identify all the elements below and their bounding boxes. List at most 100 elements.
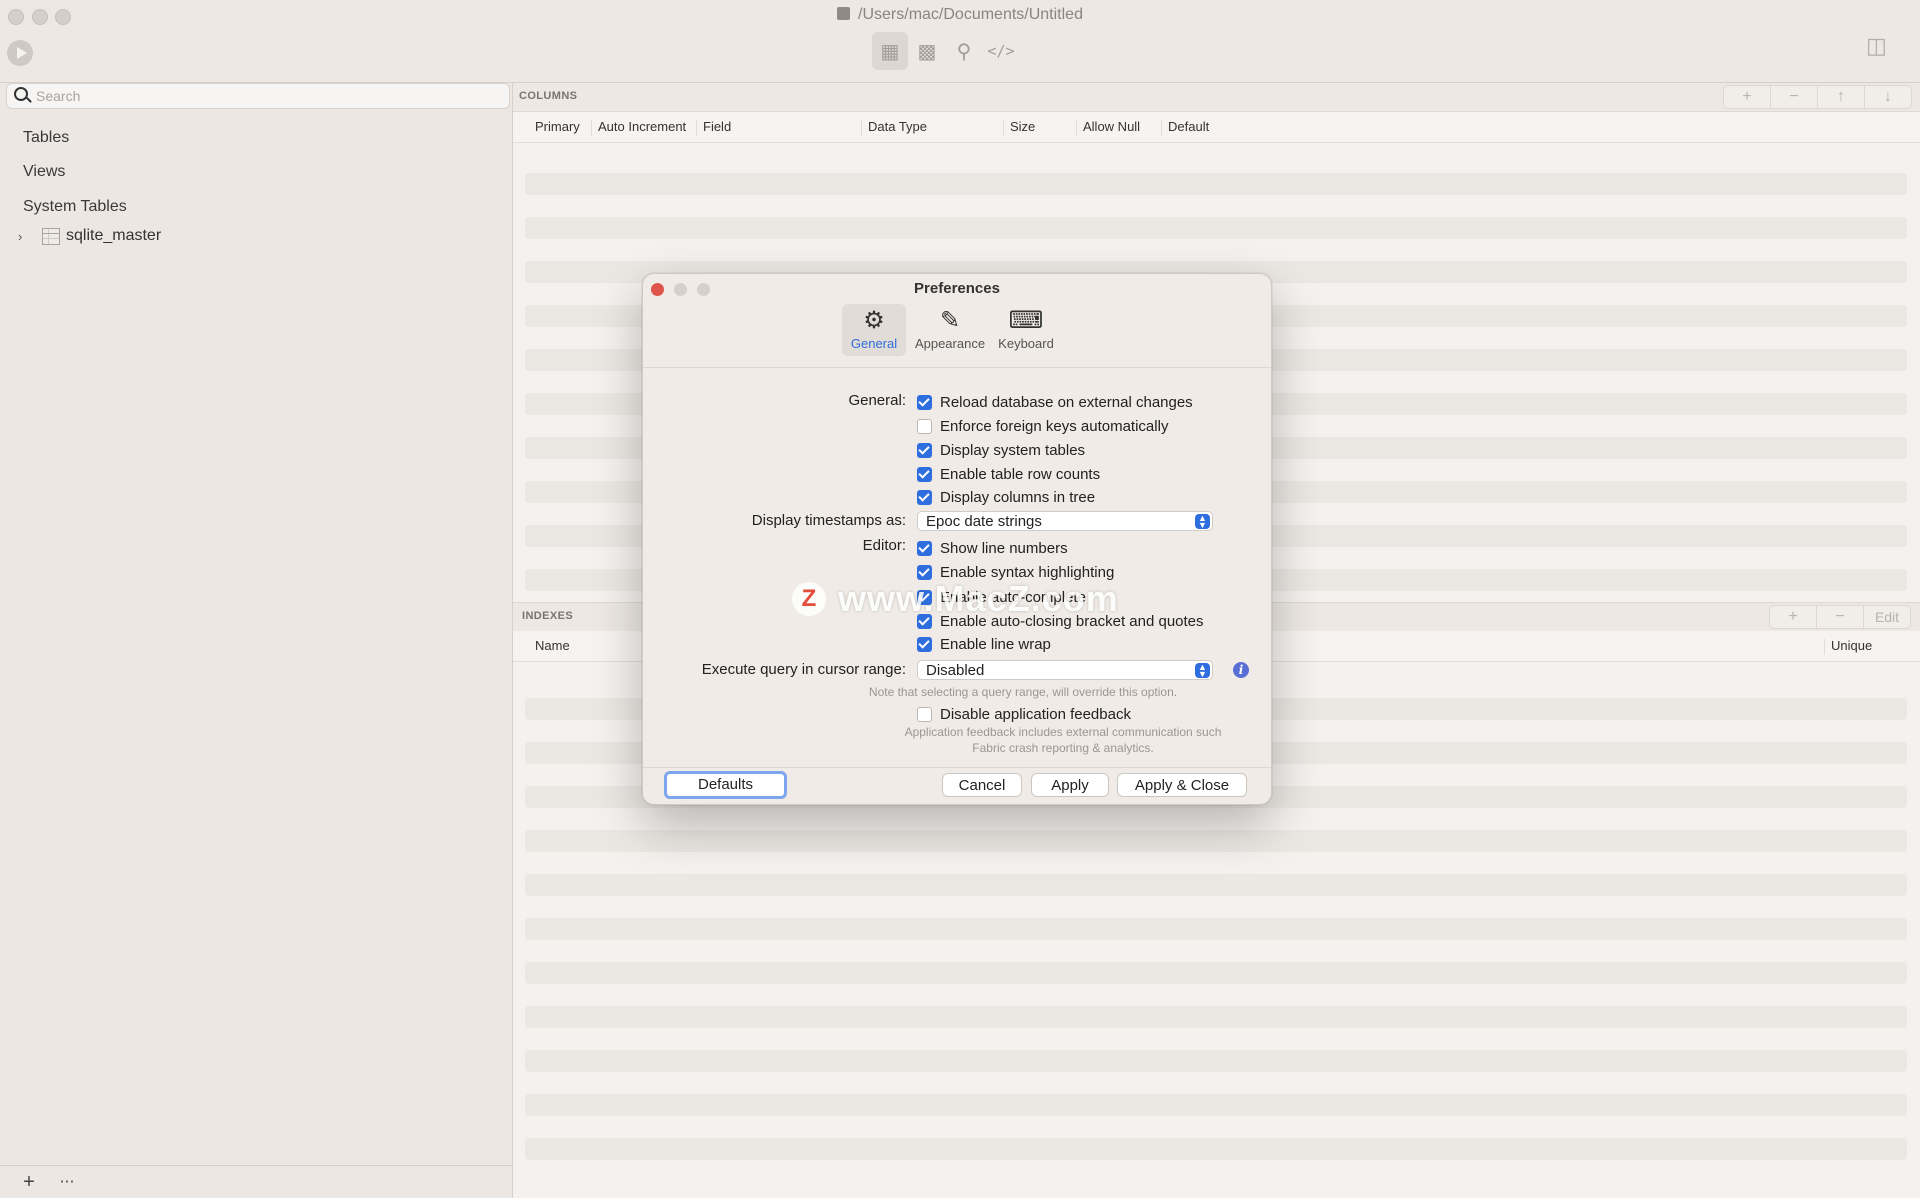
enforce-foreign-keys-checkbox[interactable]: Enforce foreign keys automatically	[917, 417, 1168, 435]
columns-in-tree-checkbox[interactable]: Display columns in tree	[917, 488, 1095, 506]
apply-and-close-button[interactable]: Apply & Close	[1117, 773, 1247, 797]
index-header-unique[interactable]: Unique	[1824, 639, 1872, 655]
dialog-footer: Defaults Cancel Apply Apply & Close	[643, 767, 1271, 804]
checkbox-checked-icon	[917, 636, 932, 652]
checkbox-label: Display system tables	[940, 441, 1086, 459]
cursor-range-note: Note that selecting a query range, will …	[868, 685, 1178, 699]
column-header-data-type[interactable]: Data Type	[861, 120, 927, 136]
add-index-icon[interactable]: +	[1770, 606, 1817, 628]
tab-separator	[643, 367, 1271, 368]
table-row	[525, 1006, 1907, 1028]
apply-button[interactable]: Apply	[1031, 773, 1109, 797]
layout-toggle-icon[interactable]: ◫	[1866, 33, 1900, 63]
table-row-counts-checkbox[interactable]: Enable table row counts	[917, 465, 1100, 483]
columns-title: COLUMNS	[519, 90, 578, 102]
display-system-tables-checkbox[interactable]: Display system tables	[917, 441, 1085, 459]
search-icon	[14, 87, 28, 101]
columns-header: COLUMNS + − ↑ ↓	[513, 83, 1920, 112]
column-header-allow-null[interactable]: Allow Null	[1076, 120, 1140, 136]
search-tool-icon[interactable]: ⚲	[946, 32, 982, 70]
info-icon[interactable]: i	[1233, 662, 1249, 678]
feedback-note-line-1: Application feedback includes external c…	[904, 725, 1222, 739]
sidebar-section-tables[interactable]: Tables	[23, 129, 69, 147]
sidebar-section-views[interactable]: Views	[23, 163, 65, 181]
keyboard-icon: ⌨	[1008, 307, 1044, 334]
tab-keyboard-label: Keyboard	[998, 336, 1054, 351]
checkbox-checked-icon	[917, 394, 932, 410]
column-header-auto-increment[interactable]: Auto Increment	[591, 120, 686, 136]
timestamps-label: Display timestamps as:	[751, 512, 906, 529]
checkbox-checked-icon	[917, 540, 932, 556]
search-input[interactable]	[34, 86, 498, 106]
table-row	[525, 962, 1907, 984]
timestamps-select[interactable]: Epoc date strings ▲ ▼	[917, 511, 1213, 531]
code-tool-icon[interactable]: </>	[983, 32, 1019, 70]
preferences-dialog: Preferences ⚙ General ✎ Appearance ⌨ Key…	[642, 273, 1272, 805]
disable-feedback-checkbox[interactable]: Disable application feedback	[917, 705, 1131, 723]
select-stepper-icon: ▲ ▼	[1195, 663, 1210, 679]
tab-appearance-label: Appearance	[914, 336, 986, 351]
column-header-size[interactable]: Size	[1003, 120, 1035, 136]
watermark-logo: Z	[792, 582, 826, 616]
watermark-text: www.MacZ.com	[838, 578, 1119, 619]
add-column-icon[interactable]: +	[1724, 86, 1771, 108]
checkbox-label: Display columns in tree	[940, 488, 1096, 506]
show-line-numbers-checkbox[interactable]: Show line numbers	[917, 539, 1068, 557]
checkbox-checked-icon	[917, 442, 932, 458]
feedback-note-line-2: Fabric crash reporting & analytics.	[972, 741, 1154, 755]
chart-tool-icon[interactable]: ▩	[909, 32, 945, 70]
title-bar: /Users/mac/Documents/Untitled ▦ ▩ ⚲ </> …	[0, 0, 1920, 83]
table-row	[525, 173, 1907, 195]
indexes-toolbar: + − Edit	[1769, 605, 1911, 629]
timestamps-value: Epoc date strings	[926, 513, 1042, 530]
move-down-icon[interactable]: ↓	[1865, 86, 1911, 108]
sidebar-section-system-tables[interactable]: System Tables	[23, 198, 127, 216]
defaults-button[interactable]: Defaults	[664, 771, 787, 799]
remove-index-icon[interactable]: −	[1817, 606, 1864, 628]
checkbox-unchecked-icon	[917, 706, 932, 722]
chevron-right-icon[interactable]: ›	[18, 229, 28, 244]
columns-toolbar: + − ↑ ↓	[1723, 85, 1912, 109]
run-button[interactable]	[7, 40, 33, 66]
reload-on-changes-checkbox[interactable]: Reload database on external changes	[917, 393, 1193, 411]
tab-appearance[interactable]: ✎ Appearance	[913, 304, 987, 356]
column-header-primary[interactable]: Primary	[529, 120, 580, 136]
indexes-title: INDEXES	[522, 610, 574, 622]
general-label: General:	[848, 392, 906, 409]
preferences-tabs: ⚙ General ✎ Appearance ⌨ Keyboard	[643, 304, 1271, 366]
more-options-icon[interactable]: ⋯	[55, 1170, 79, 1194]
cursor-range-select[interactable]: Disabled ▲ ▼	[917, 660, 1213, 680]
sidebar: Tables Views System Tables › sqlite_mast…	[0, 83, 513, 1198]
move-up-icon[interactable]: ↑	[1818, 86, 1865, 108]
cancel-button[interactable]: Cancel	[942, 773, 1022, 797]
window-title: /Users/mac/Documents/Untitled	[0, 6, 1920, 24]
search-field[interactable]	[6, 83, 510, 109]
window-title-text: /Users/mac/Documents/Untitled	[858, 6, 1083, 23]
edit-index-button[interactable]: Edit	[1864, 606, 1910, 628]
remove-column-icon[interactable]: −	[1771, 86, 1818, 108]
column-header-field[interactable]: Field	[696, 120, 731, 136]
editor-label: Editor:	[862, 537, 906, 554]
index-header-name[interactable]: Name	[529, 639, 570, 655]
add-icon[interactable]: +	[17, 1170, 41, 1194]
table-row	[525, 830, 1907, 852]
sidebar-footer: + ⋯	[0, 1165, 512, 1198]
select-stepper-icon: ▲ ▼	[1195, 514, 1210, 530]
line-wrap-checkbox[interactable]: Enable line wrap	[917, 635, 1051, 653]
tab-keyboard[interactable]: ⌨ Keyboard	[994, 304, 1058, 356]
cursor-range-label: Execute query in cursor range:	[701, 661, 906, 678]
structure-tool-icon[interactable]: ▦	[872, 32, 908, 70]
table-row	[525, 217, 1907, 239]
tab-general[interactable]: ⚙ General	[842, 304, 906, 356]
checkbox-label: Enable line wrap	[940, 635, 1051, 653]
appearance-icon: ✎	[939, 307, 961, 334]
table-row	[525, 1050, 1907, 1072]
column-header-default[interactable]: Default	[1161, 120, 1209, 136]
tree-item-label: sqlite_master	[66, 227, 162, 244]
watermark: Z www.MacZ.com	[792, 577, 1119, 621]
table-icon	[42, 227, 60, 245]
tree-item-sqlite-master[interactable]: › sqlite_master	[18, 225, 161, 247]
document-icon	[837, 7, 851, 20]
table-row	[525, 1138, 1907, 1160]
checkbox-unchecked-icon	[917, 418, 932, 434]
